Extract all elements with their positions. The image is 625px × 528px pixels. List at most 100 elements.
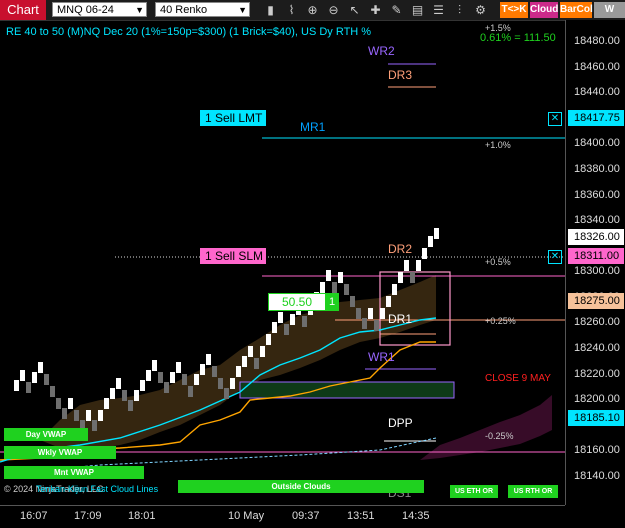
price-tick: 18460.00 <box>574 60 620 73</box>
us-eth-or-label: US ETH OR <box>450 485 498 498</box>
down-brick <box>374 320 379 331</box>
price-tick: 18300.00 <box>574 265 620 278</box>
up-brick <box>242 356 247 367</box>
pointer-icon[interactable]: ↖ <box>346 1 363 19</box>
price-tick: 18480.00 <box>574 35 620 47</box>
down-brick <box>50 386 55 397</box>
sell-slm-order[interactable]: 1 Sell SLM <box>200 248 266 264</box>
indicators-icon[interactable]: ⫶ <box>451 1 468 19</box>
up-brick <box>338 272 343 283</box>
up-brick <box>266 334 271 345</box>
price-tick: 18240.00 <box>574 342 620 355</box>
up-brick <box>290 314 295 325</box>
crosshair-icon[interactable]: ✚ <box>367 1 384 19</box>
price-tick: 18340.00 <box>574 214 620 227</box>
data-box-icon[interactable]: ▤ <box>409 1 426 19</box>
down-brick <box>254 358 259 369</box>
down-brick <box>350 296 355 307</box>
zoom-out-icon[interactable]: ⊖ <box>325 1 342 19</box>
bars-icon[interactable]: ▮ <box>262 1 279 19</box>
down-brick <box>224 388 229 399</box>
properties-icon[interactable]: ☰ <box>430 1 447 19</box>
day-vwap-label: Day VWAP <box>4 428 88 441</box>
up-brick <box>380 308 385 319</box>
up-brick <box>116 378 121 389</box>
down-brick <box>44 374 49 385</box>
up-brick <box>98 410 103 421</box>
up-brick <box>404 260 409 271</box>
time-tick: 16:07 <box>20 510 48 522</box>
up-brick <box>104 398 109 409</box>
overlay-text: Tenkan-Kijun Fast Cloud Lines <box>36 484 159 494</box>
draw-icon[interactable]: ✎ <box>388 1 405 19</box>
time-tick: 18:01 <box>128 510 156 522</box>
up-brick <box>110 388 115 399</box>
price-tick: 18440.00 <box>574 86 620 99</box>
bar-type-selector[interactable]: 40 Renko ▼ <box>155 2 250 17</box>
sell-slm-price: 18311.00 <box>568 248 624 264</box>
tk-badge[interactable]: T<>K <box>500 2 528 18</box>
up-brick <box>14 380 19 391</box>
sell-lmt-order[interactable]: 1 Sell LMT <box>200 110 266 126</box>
down-brick <box>182 374 187 385</box>
up-brick <box>434 228 439 239</box>
down-brick <box>356 308 361 319</box>
up-brick <box>320 282 325 293</box>
down-brick <box>362 318 367 329</box>
down-brick <box>56 398 61 409</box>
time-tick: 10 May <box>228 510 265 522</box>
us-rth-or-label: US RTH OR <box>508 485 558 498</box>
up-brick <box>38 362 43 373</box>
wvwap-badge[interactable]: W VWA <box>594 2 625 31</box>
down-brick <box>188 386 193 397</box>
up-brick <box>230 378 235 389</box>
wr2-label: WR2 <box>368 44 395 58</box>
dr2-label: DR2 <box>388 242 413 256</box>
up-brick <box>278 312 283 323</box>
down-brick <box>218 378 223 389</box>
pct-readout: 0.61% = 111.50 <box>480 32 556 44</box>
strategies-icon[interactable]: ⚙ <box>472 1 489 19</box>
time-axis[interactable]: 16:07 17:09 18:01 10 May 09:37 13:51 14:… <box>0 505 565 528</box>
up-brick <box>200 364 205 375</box>
chart-panel[interactable]: RE 40 to 50 (M)NQ Dec 20 (1%=150p=$300) … <box>0 20 565 505</box>
up-brick <box>398 272 403 283</box>
price-axis[interactable]: 18480.00 18460.00 18440.00 18400.00 18380.00… <box>565 20 625 505</box>
down-brick <box>158 372 163 383</box>
price-tick: 18400.00 <box>574 137 620 150</box>
close-icon[interactable]: ✕ <box>548 250 562 264</box>
wkly-vwap-label: Wkly VWAP <box>4 446 116 459</box>
price-tick: 18360.00 <box>574 188 620 201</box>
price-tick: 18380.00 <box>574 162 620 175</box>
close-icon[interactable]: ✕ <box>548 112 562 126</box>
bar-type-value: 40 Renko <box>160 4 208 16</box>
zoom-in-icon[interactable]: ⊕ <box>304 1 321 19</box>
instrument-selector[interactable]: MNQ 06-24 ▼ <box>52 2 147 17</box>
up-brick <box>20 370 25 381</box>
mnt-vwap-label: Mnt VWAP <box>4 466 144 479</box>
price-tick: 18200.00 <box>574 393 620 406</box>
chart-style-icon[interactable]: ⌇ <box>283 1 300 19</box>
up-brick <box>386 296 391 307</box>
mr1-label: MR1 <box>300 120 326 134</box>
chart-tab[interactable]: Chart <box>0 0 46 20</box>
down-brick <box>164 382 169 393</box>
pct-label: +1.5% <box>485 23 511 33</box>
barcol-badge[interactable]: BarCol <box>560 2 593 18</box>
cloud-badge[interactable]: Cloud <box>530 2 558 18</box>
up-brick <box>152 360 157 371</box>
position-qty[interactable]: 1 <box>325 293 339 311</box>
up-brick <box>416 260 421 271</box>
instrument-value: MNQ 06-24 <box>57 4 114 16</box>
down-brick <box>410 272 415 283</box>
up-brick <box>32 372 37 383</box>
dr3-label: DR3 <box>388 68 413 82</box>
down-brick <box>74 410 79 421</box>
up-brick <box>206 354 211 365</box>
up-brick <box>146 370 151 381</box>
dr1-label: DR1 <box>388 312 413 326</box>
down-brick <box>212 366 217 377</box>
up-brick <box>248 346 253 357</box>
position-pnl[interactable]: 50.50 <box>268 293 326 311</box>
chevron-down-icon: ▼ <box>238 5 247 15</box>
